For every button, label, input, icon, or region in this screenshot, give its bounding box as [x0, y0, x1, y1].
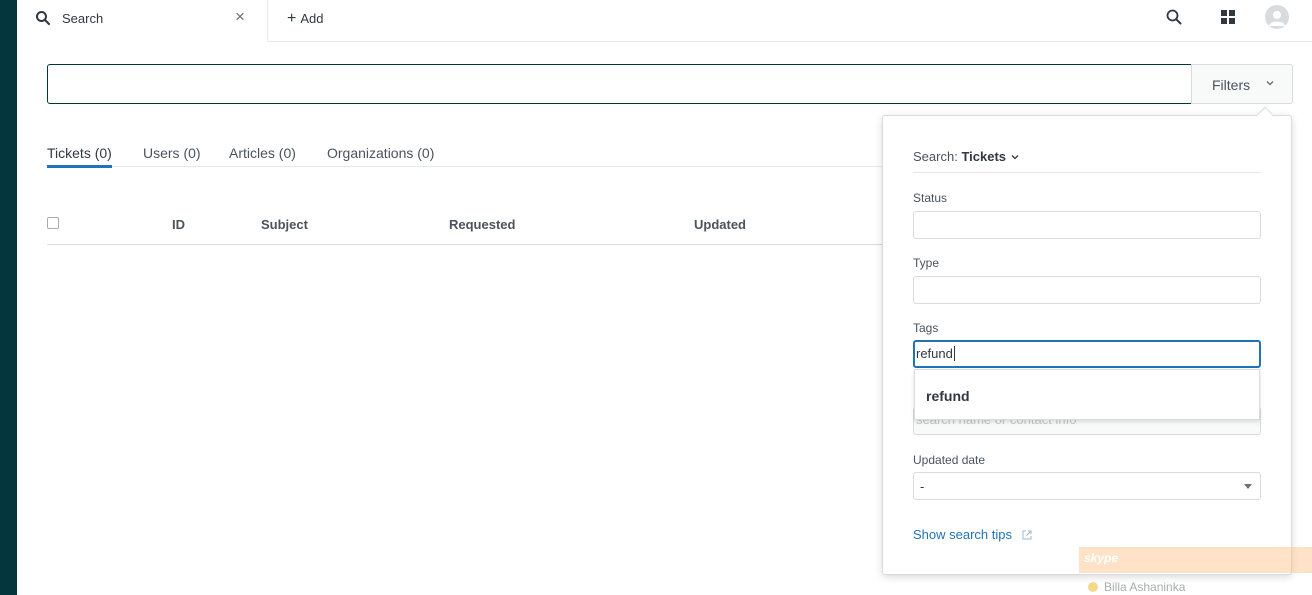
apps-icon[interactable]: [1220, 9, 1236, 25]
tag-suggestion-dropdown: refund: [914, 369, 1260, 420]
tab-search[interactable]: Search ×: [17, 0, 268, 42]
skype-logo: skype: [1084, 551, 1119, 565]
skype-notification[interactable]: skype: [1079, 547, 1312, 573]
filters-panel: Search: Tickets Status Type Tags refund …: [882, 106, 1292, 575]
tips-label: Show search tips: [913, 527, 1012, 542]
search-scope-selector[interactable]: Search: Tickets: [913, 149, 1020, 164]
plus-icon: +: [287, 10, 297, 27]
avatar-icon[interactable]: [1265, 5, 1289, 29]
close-icon[interactable]: ×: [235, 8, 245, 26]
left-nav-bar: [0, 0, 17, 595]
search-icon[interactable]: [1165, 8, 1183, 26]
add-label: Add: [300, 11, 324, 26]
tab-users[interactable]: Users (0): [143, 145, 201, 161]
status-label: Status: [913, 191, 948, 205]
caret-down-icon: [1244, 484, 1252, 489]
chevron-down-icon: [1266, 81, 1274, 86]
chevron-down-icon: [1011, 155, 1019, 160]
tab-label: Search: [62, 11, 104, 26]
add-tab-button[interactable]: + Add: [287, 10, 323, 28]
skype-user-name: Billa Ashaninka: [1104, 580, 1186, 594]
column-subject[interactable]: Subject: [261, 217, 308, 232]
tag-suggestion-item[interactable]: refund: [926, 388, 970, 404]
divider: [913, 172, 1261, 173]
text-caret: [953, 346, 955, 361]
scope-value: Tickets: [961, 149, 1007, 164]
external-link-icon: [1022, 530, 1032, 540]
top-tab-bar: Search × + Add: [17, 0, 1312, 42]
updated-date-select[interactable]: -: [913, 472, 1261, 500]
tags-field[interactable]: refund: [913, 340, 1261, 368]
tab-articles[interactable]: Articles (0): [229, 145, 296, 161]
search-icon: [36, 11, 51, 26]
column-updated[interactable]: Updated: [694, 217, 746, 232]
updated-date-label: Updated date: [913, 453, 986, 467]
skype-user: Billa Ashaninka: [1088, 580, 1185, 594]
scope-prefix: Search:: [913, 149, 958, 164]
filters-label: Filters: [1212, 77, 1251, 93]
updated-date-value: -: [920, 479, 925, 494]
panel-arrow: [1256, 106, 1274, 124]
tab-organizations[interactable]: Organizations (0): [327, 145, 434, 161]
table-header: ID Subject Requested Updated: [47, 210, 887, 245]
column-requested[interactable]: Requested: [449, 217, 515, 232]
column-id[interactable]: ID: [172, 217, 185, 232]
tab-tickets[interactable]: Tickets (0): [47, 145, 112, 168]
filters-button[interactable]: Filters: [1191, 64, 1293, 104]
result-tabs: Tickets (0) Users (0) Articles (0) Organ…: [47, 143, 887, 168]
tags-value: refund: [916, 346, 953, 361]
status-icon: [1088, 582, 1098, 592]
type-field[interactable]: [913, 276, 1261, 304]
select-all-checkbox[interactable]: [47, 217, 59, 229]
show-search-tips-link[interactable]: Show search tips: [913, 527, 1032, 542]
type-label: Type: [913, 256, 940, 270]
tags-label: Tags: [913, 321, 939, 335]
status-field[interactable]: [913, 211, 1261, 239]
search-input[interactable]: [47, 64, 1193, 104]
